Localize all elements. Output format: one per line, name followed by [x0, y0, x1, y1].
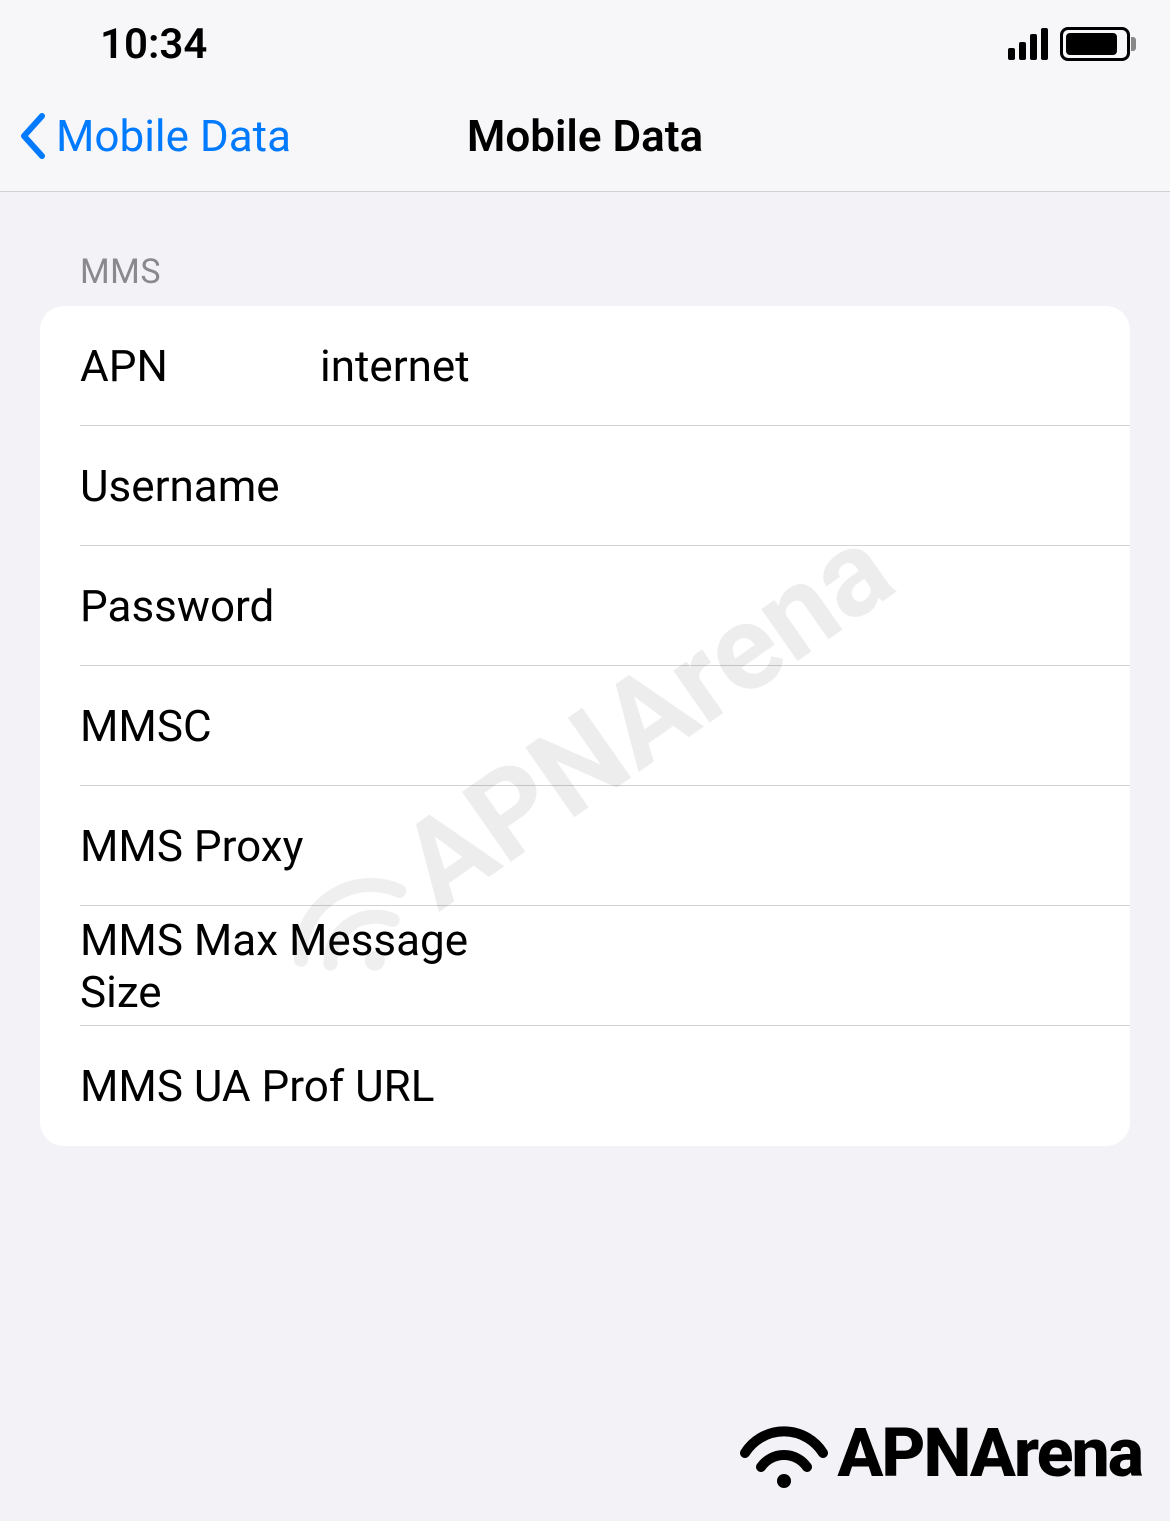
- row-mmsc[interactable]: MMSC: [40, 666, 1130, 786]
- content-area: MMS APN Username Password MMSC MMS Proxy…: [0, 192, 1170, 1146]
- page-title: Mobile Data: [467, 110, 703, 162]
- label-mms-max-message-size: MMS Max Message Size: [80, 914, 532, 1018]
- wifi-icon: [739, 1417, 829, 1489]
- back-button[interactable]: Mobile Data: [0, 110, 291, 162]
- input-mms-max-message-size[interactable]: [532, 940, 1090, 992]
- status-time: 10:34: [100, 20, 207, 69]
- row-username[interactable]: Username: [40, 426, 1130, 546]
- footer-logo: APNArena: [739, 1413, 1142, 1493]
- row-mms-proxy[interactable]: MMS Proxy: [40, 786, 1130, 906]
- row-password[interactable]: Password: [40, 546, 1130, 666]
- label-mms-proxy: MMS Proxy: [80, 820, 320, 872]
- input-mms-proxy[interactable]: [320, 820, 1090, 872]
- chevron-left-icon: [18, 112, 48, 160]
- battery-icon: [1060, 27, 1130, 61]
- row-apn[interactable]: APN: [40, 306, 1130, 426]
- status-bar: 10:34: [0, 0, 1170, 80]
- cellular-signal-icon: [1008, 28, 1048, 60]
- navigation-bar: Mobile Data Mobile Data: [0, 80, 1170, 192]
- input-username[interactable]: [320, 460, 1090, 512]
- label-mmsc: MMSC: [80, 700, 320, 752]
- label-apn: APN: [80, 340, 320, 392]
- status-indicators: [1008, 27, 1130, 61]
- row-mms-ua-prof-url[interactable]: MMS UA Prof URL: [40, 1026, 1130, 1146]
- section-header-mms: MMS: [40, 192, 1130, 306]
- input-mms-ua-prof-url[interactable]: [434, 1060, 1090, 1112]
- label-mms-ua-prof-url: MMS UA Prof URL: [80, 1060, 434, 1112]
- back-label: Mobile Data: [56, 110, 291, 162]
- settings-group-mms: APN Username Password MMSC MMS Proxy MMS…: [40, 306, 1130, 1146]
- input-mmsc[interactable]: [320, 700, 1090, 752]
- label-password: Password: [80, 580, 320, 632]
- label-username: Username: [80, 460, 320, 512]
- input-apn[interactable]: [320, 340, 1090, 392]
- input-password[interactable]: [320, 580, 1090, 632]
- footer-logo-text: APNArena: [837, 1413, 1142, 1493]
- row-mms-max-message-size[interactable]: MMS Max Message Size: [40, 906, 1130, 1026]
